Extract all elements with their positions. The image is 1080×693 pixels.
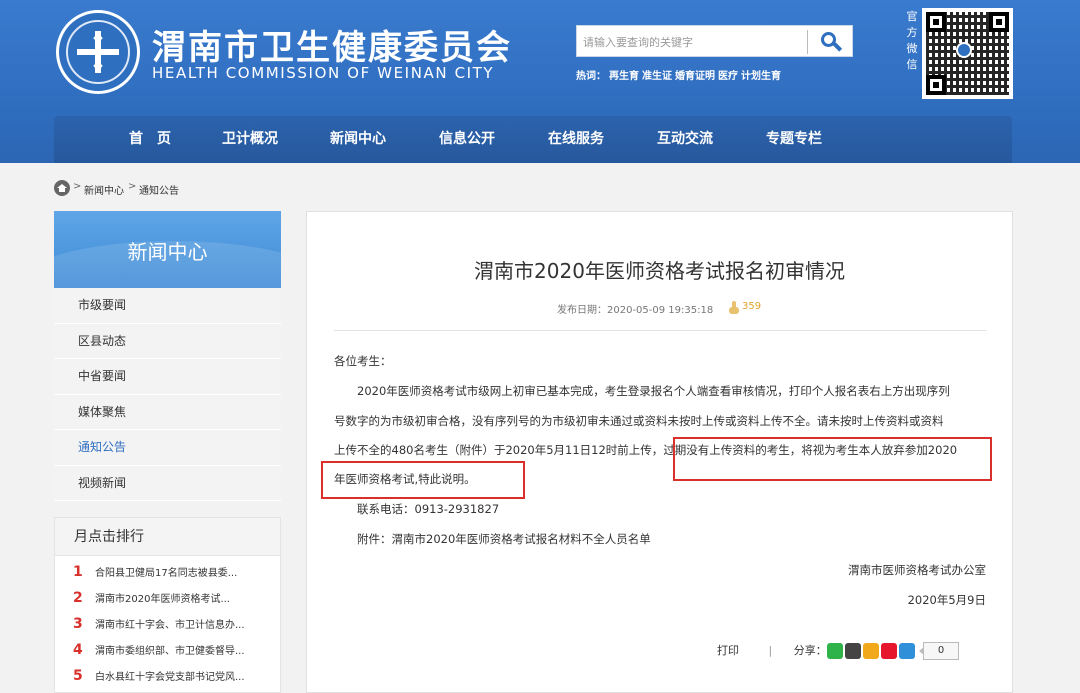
nav-online-service[interactable]: 在线服务 xyxy=(548,116,604,163)
ranking-item[interactable]: 3 渭南市红十字会、市卫计信息办... xyxy=(73,616,273,638)
wechat-share-icon[interactable] xyxy=(827,643,843,659)
search-input[interactable] xyxy=(583,31,803,53)
article-title: 渭南市2020年医师资格考试报名初审情况 xyxy=(474,259,845,283)
article-panel: 渭南市2020年医师资格考试报名初审情况 发布日期：2020-05-09 19:… xyxy=(306,211,1013,693)
salutation: 各位考生： xyxy=(334,354,392,368)
sidebar-item-province-news[interactable]: 中省要闻 xyxy=(54,359,281,395)
qzone-share-icon[interactable] xyxy=(845,643,861,659)
nav-news-center[interactable]: 新闻中心 xyxy=(330,116,386,163)
publish-date: 发布日期：2020-05-09 19:35:18 xyxy=(557,305,714,316)
hand-click-icon xyxy=(728,301,740,315)
body-line: 号数字的为市级初审合格，没有序列号的为市级初审未通过或资料未按时上传或资料上传不… xyxy=(334,414,944,428)
main-nav: 首 页 卫计概况 新闻中心 信息公开 在线服务 互动交流 专题专栏 xyxy=(54,116,1012,163)
hot-word-link[interactable]: 婚育证明 xyxy=(675,71,715,82)
ranking-item[interactable]: 4 渭南市委组织部、市卫健委督导... xyxy=(73,642,273,664)
nav-interaction[interactable]: 互动交流 xyxy=(657,116,713,163)
search-button[interactable] xyxy=(811,28,851,56)
hot-word-link[interactable]: 再生育 xyxy=(609,71,639,82)
hot-words: 热词： 再生育 准生证 婚育证明 医疗 计划生育 xyxy=(576,67,784,82)
breadcrumb-news-center[interactable]: 新闻中心 xyxy=(84,182,124,197)
hot-word-link[interactable]: 医疗 xyxy=(718,71,738,82)
attachment-link[interactable]: 附件：渭南市2020年医师资格考试报名材料不全人员名单 xyxy=(357,532,651,546)
ranking-item[interactable]: 5 白水县红十字会党支部书记党风... xyxy=(73,668,273,690)
site-subtitle: HEALTH COMMISSION OF WEINAN CITY xyxy=(152,64,495,82)
share-label: 分享： xyxy=(793,644,827,657)
highlight-box xyxy=(673,437,992,481)
signer: 渭南市医师资格考试办公室 xyxy=(848,563,986,577)
qq-star-share-icon[interactable] xyxy=(863,643,879,659)
hot-word-link[interactable]: 计划生育 xyxy=(741,71,781,82)
search-box xyxy=(576,25,853,57)
hot-words-label: 热词： xyxy=(576,71,606,82)
body-line: 2020年医师资格考试市级网上初审已基本完成，考生登录报名个人端查看审核情况，打… xyxy=(357,384,950,398)
sidebar-menu: 市级要闻 区县动态 中省要闻 媒体聚焦 通知公告 视频新闻 xyxy=(54,288,281,501)
sidebar-title: 新闻中心 xyxy=(127,240,208,264)
hot-word-link[interactable]: 准生证 xyxy=(642,71,672,82)
nav-special-topics[interactable]: 专题专栏 xyxy=(766,116,822,163)
share-count: 0 xyxy=(919,642,959,660)
breadcrumb-separator: > xyxy=(73,181,82,192)
view-count: 359 xyxy=(742,301,762,312)
health-commission-emblem xyxy=(56,10,140,94)
contact-phone: 联系电话：0913-2931827 xyxy=(357,502,500,516)
home-icon[interactable] xyxy=(54,180,70,196)
sidebar-item-video-news[interactable]: 视频新闻 xyxy=(54,465,281,501)
wechat-qrcode xyxy=(922,8,1013,99)
nav-info-disclosure[interactable]: 信息公开 xyxy=(439,116,495,163)
sidebar-item-notices[interactable]: 通知公告 xyxy=(54,430,281,466)
site-title: 渭南市卫生健康委员会 xyxy=(152,28,512,68)
ranking-item[interactable]: 2 渭南市2020年医师资格考试... xyxy=(73,590,273,612)
renren-share-icon[interactable] xyxy=(899,643,915,659)
article-tools: 打印 | 分享： xyxy=(717,644,827,657)
title-divider xyxy=(334,330,987,331)
nav-home[interactable]: 首 页 xyxy=(129,116,171,163)
print-link[interactable]: 打印 xyxy=(717,644,739,657)
breadcrumb-notices[interactable]: 通知公告 xyxy=(139,182,179,197)
attachment-line: 附件：渭南市2020年医师资格考试报名材料不全人员名单 xyxy=(334,526,991,553)
weibo-share-icon[interactable] xyxy=(881,643,897,659)
sidebar-item-city-news[interactable]: 市级要闻 xyxy=(54,288,281,324)
sidebar-header: 新闻中心 xyxy=(54,211,281,288)
sidebar-item-media-focus[interactable]: 媒体聚焦 xyxy=(54,394,281,430)
ranking-item[interactable]: 1 合阳县卫健局17名同志被县委... xyxy=(73,564,273,586)
ranking-title: 月点击排行 xyxy=(55,518,280,556)
site-header: 渭南市卫生健康委员会 HEALTH COMMISSION OF WEINAN C… xyxy=(0,0,1080,163)
sign-date: 2020年5月9日 xyxy=(907,593,986,607)
official-wechat-label: 官方微信 xyxy=(906,10,918,71)
nav-overview[interactable]: 卫计概况 xyxy=(222,116,278,163)
monthly-click-ranking: 月点击排行 1 合阳县卫健局17名同志被县委... 2 渭南市2020年医师资格考试… xyxy=(54,517,281,693)
sidebar-item-county-news[interactable]: 区县动态 xyxy=(54,323,281,359)
highlight-box xyxy=(321,461,525,499)
breadcrumb-separator: > xyxy=(128,181,137,192)
